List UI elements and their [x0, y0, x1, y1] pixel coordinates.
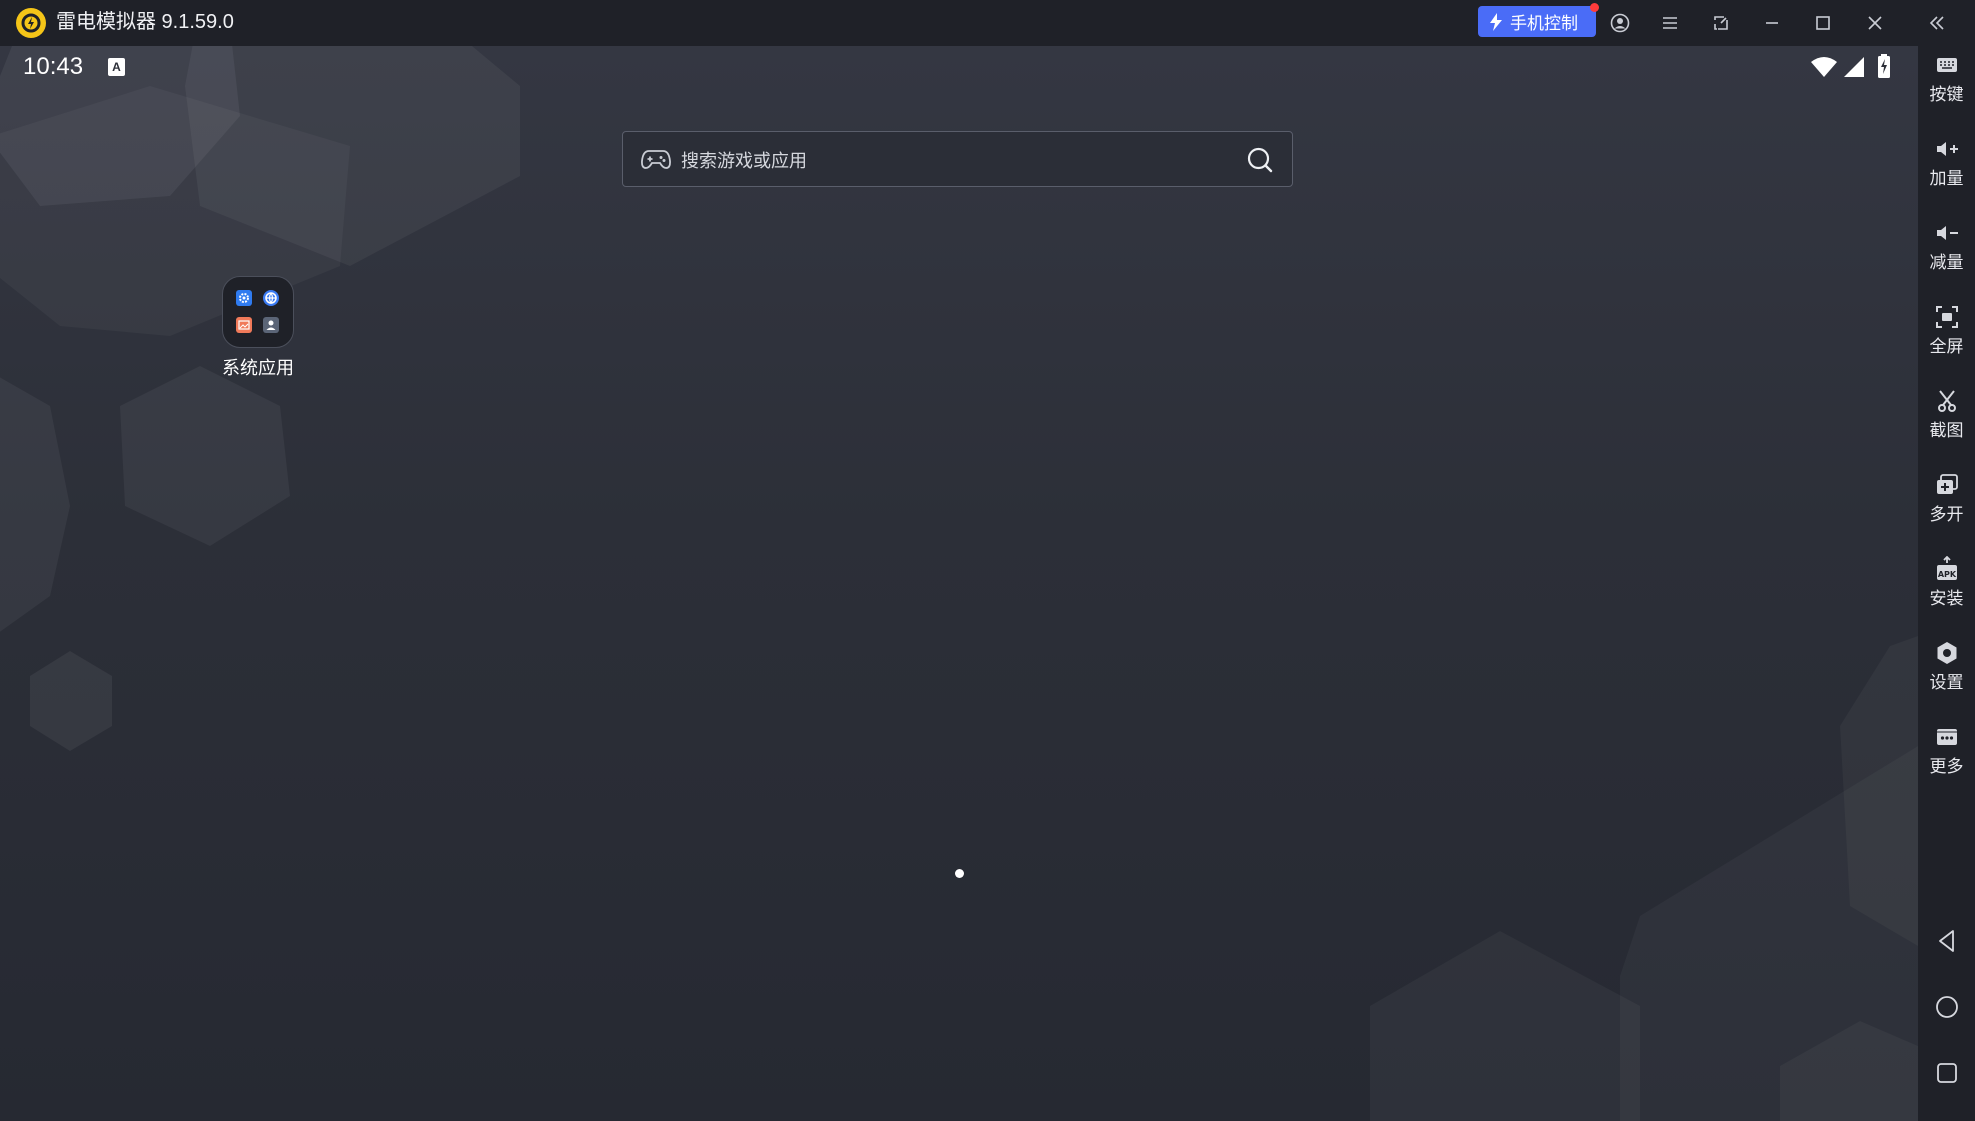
sidebar-label-more: 更多 — [1929, 757, 1964, 777]
maximize-icon[interactable] — [1810, 10, 1836, 36]
sidebar-label-multi-instance: 多开 — [1929, 505, 1964, 525]
scissors-icon — [1937, 390, 1956, 412]
browser-app-icon — [263, 290, 279, 306]
sidebar-label-volume-up: 加量 — [1929, 169, 1964, 189]
search-input[interactable] — [679, 146, 1223, 176]
minimize-icon[interactable] — [1759, 10, 1785, 36]
screen-icon[interactable] — [1708, 10, 1734, 36]
search-icon[interactable] — [1245, 145, 1275, 175]
sidebar-item-more[interactable]: 更多 — [1918, 718, 1975, 792]
back-icon[interactable] — [1932, 926, 1962, 956]
app-title: 雷电模拟器 9.1.59.0 — [56, 11, 234, 33]
system-apps-folder[interactable]: 系统应用 — [218, 276, 298, 380]
sidebar-item-keys[interactable]: 按键 — [1918, 46, 1975, 120]
phone-control-label: 手机控制 — [1510, 14, 1578, 34]
sidebar-item-volume-up[interactable]: 加量 — [1918, 130, 1975, 204]
sidebar-item-multi-instance[interactable]: 多开 — [1918, 466, 1975, 540]
volume-down-icon — [1936, 226, 1958, 240]
wifi-icon — [1811, 57, 1837, 77]
title-bar: 雷电模拟器 9.1.59.0 手机控制 — [0, 0, 1975, 46]
sidebar-item-screenshot[interactable]: 截图 — [1918, 382, 1975, 456]
signal-icon — [1844, 57, 1864, 77]
gamepad-icon — [641, 150, 671, 169]
right-toolbar: 按键 加量 减量 全屏 截图 多开 APK 安装 设置 更多 — [1918, 46, 1975, 1121]
folder-label: 系统应用 — [222, 358, 294, 379]
sidebar-label-settings: 设置 — [1929, 673, 1964, 693]
menu-icon[interactable] — [1657, 10, 1683, 36]
sidebar-label-keys: 按键 — [1929, 85, 1964, 105]
notification-dot — [1590, 3, 1599, 12]
sidebar-item-settings[interactable]: 设置 — [1918, 634, 1975, 708]
battery-charging-icon — [1878, 54, 1890, 78]
android-screen[interactable]: 10:43 A 搜索游戏或应用 系统应用 — [0, 46, 1918, 1121]
logo-icon — [16, 8, 46, 38]
status-icons — [1810, 54, 1918, 82]
fullscreen-icon — [1935, 306, 1958, 328]
background-hexagons — [0, 46, 1918, 1121]
settings-icon — [1937, 642, 1956, 664]
collapse-sidebar-icon[interactable] — [1924, 10, 1950, 36]
lightning-icon — [1490, 12, 1502, 31]
sidebar-label-screenshot: 截图 — [1929, 421, 1964, 441]
settings-app-icon — [236, 290, 252, 306]
page-indicator — [955, 869, 964, 878]
home-icon[interactable] — [1932, 992, 1962, 1022]
volume-up-icon — [1936, 142, 1958, 156]
sidebar-item-install[interactable]: APK 安装 — [1918, 550, 1975, 624]
contacts-app-icon — [263, 317, 279, 333]
keyboard-icon — [1936, 58, 1957, 72]
sidebar-item-fullscreen[interactable]: 全屏 — [1918, 298, 1975, 372]
close-icon[interactable] — [1862, 10, 1888, 36]
recents-icon[interactable] — [1932, 1058, 1962, 1088]
phone-control-button[interactable]: 手机控制 — [1478, 3, 1599, 37]
sidebar-label-fullscreen: 全屏 — [1929, 337, 1964, 357]
sidebar-item-volume-down[interactable]: 减量 — [1918, 214, 1975, 288]
status-time: 10:43 — [23, 53, 84, 80]
account-icon[interactable] — [1607, 10, 1633, 36]
apk-install-icon: APK — [1936, 556, 1957, 580]
multi-instance-icon — [1936, 474, 1958, 494]
search-bar[interactable] — [622, 131, 1293, 187]
sidebar-label-volume-down: 减量 — [1929, 253, 1964, 273]
sidebar-label-install: 安装 — [1929, 589, 1964, 609]
more-icon — [1936, 729, 1957, 745]
svg-text:APK: APK — [1937, 570, 1956, 579]
notification-a-icon: A — [108, 58, 125, 76]
folder-tile[interactable] — [222, 276, 294, 348]
gallery-app-icon — [236, 317, 252, 333]
